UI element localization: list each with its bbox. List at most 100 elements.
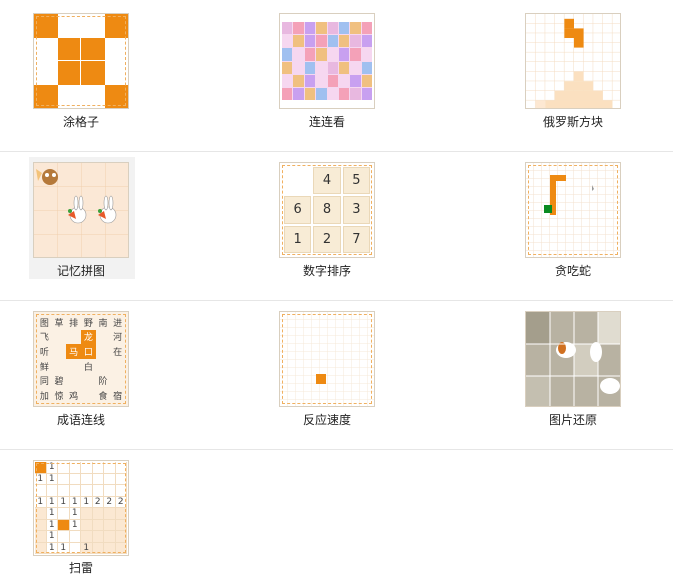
- idiom-char-cell[interactable]: 进: [110, 315, 125, 330]
- picture-label[interactable]: 图片还原: [483, 411, 663, 428]
- mine-cell[interactable]: 1: [46, 462, 58, 474]
- mine-cell[interactable]: 1: [69, 519, 81, 531]
- idiom-char-cell[interactable]: 口: [81, 344, 96, 359]
- mine-cell[interactable]: [92, 508, 104, 520]
- mine-cell[interactable]: [115, 485, 127, 497]
- number-cell[interactable]: 5: [342, 167, 370, 195]
- number-cell[interactable]: [284, 167, 312, 195]
- mine-cell[interactable]: [104, 531, 116, 543]
- mine-cell[interactable]: [58, 531, 70, 543]
- mine-cell[interactable]: [58, 485, 70, 497]
- number-cell[interactable]: 7: [342, 225, 370, 253]
- idiom-char-cell[interactable]: 排: [66, 315, 81, 330]
- idiom-char-cell[interactable]: 图: [37, 315, 52, 330]
- mine-cell[interactable]: [81, 473, 93, 485]
- mine-cell[interactable]: [35, 531, 47, 543]
- idiom-char-cell[interactable]: [96, 344, 111, 359]
- mine-cell[interactable]: [92, 462, 104, 474]
- picture-thumbnail[interactable]: [525, 311, 621, 407]
- mine-cell[interactable]: 1: [46, 508, 58, 520]
- tetris-label[interactable]: 俄罗斯方块: [483, 113, 663, 130]
- mine-cell[interactable]: [92, 519, 104, 531]
- idiom-char-cell[interactable]: 飞: [37, 330, 52, 345]
- idiom-char-cell[interactable]: 加: [37, 388, 52, 403]
- idiom-char-cell[interactable]: [66, 330, 81, 345]
- mine-cell[interactable]: [104, 542, 116, 554]
- idiom-char-cell[interactable]: 鲜: [37, 359, 52, 374]
- link-label[interactable]: 连连看: [237, 113, 417, 130]
- mine-cell[interactable]: [115, 508, 127, 520]
- mine-cell[interactable]: 1: [46, 519, 58, 531]
- mine-cell[interactable]: [81, 531, 93, 543]
- idiom-char-cell[interactable]: [96, 330, 111, 345]
- idiom-char-cell[interactable]: 惊: [52, 388, 67, 403]
- idiom-char-cell[interactable]: 鸡: [66, 388, 81, 403]
- mine-cell[interactable]: [115, 531, 127, 543]
- reaction-label[interactable]: 反应速度: [237, 411, 417, 428]
- coloring-thumbnail[interactable]: [33, 13, 129, 109]
- mine-cell[interactable]: [81, 508, 93, 520]
- idiom-char-cell[interactable]: [66, 374, 81, 389]
- idiom-char-cell[interactable]: [81, 374, 96, 389]
- idiom-char-cell[interactable]: 同: [37, 374, 52, 389]
- mine-cell[interactable]: [69, 462, 81, 474]
- mine-cell[interactable]: [81, 519, 93, 531]
- mine-cell[interactable]: [58, 473, 70, 485]
- idiom-thumbnail[interactable]: 图草排野南进飞 龙河听马口在鲜 白同碧 阶加惊鸡食宿: [33, 311, 129, 407]
- idiom-char-cell[interactable]: 在: [110, 344, 125, 359]
- mine-cell[interactable]: [46, 485, 58, 497]
- snake-label[interactable]: 贪吃蛇: [483, 262, 663, 279]
- number-cell[interactable]: 3: [342, 196, 370, 224]
- mine-cell[interactable]: 1: [35, 473, 47, 485]
- idiom-char-cell[interactable]: 龙: [81, 329, 96, 345]
- number-cell[interactable]: 6: [284, 196, 312, 224]
- mine-cell[interactable]: [35, 542, 47, 554]
- mine-cell[interactable]: [58, 462, 70, 474]
- minesweeper-thumbnail[interactable]: 1111111122211111111: [33, 460, 129, 556]
- mine-cell[interactable]: [115, 542, 127, 554]
- number-cell[interactable]: 8: [313, 196, 341, 224]
- link-thumbnail[interactable]: [279, 13, 375, 109]
- idiom-label[interactable]: 成语连线: [0, 411, 171, 428]
- mine-cell[interactable]: [115, 473, 127, 485]
- mine-cell[interactable]: [104, 473, 116, 485]
- mine-cell[interactable]: 1: [58, 496, 70, 508]
- memory-label[interactable]: 记忆拼图: [0, 262, 171, 279]
- mine-cell[interactable]: [81, 485, 93, 497]
- idiom-char-cell[interactable]: [52, 330, 67, 345]
- mine-cell[interactable]: 1: [46, 542, 58, 554]
- snake-thumbnail[interactable]: [525, 162, 621, 258]
- mine-cell[interactable]: [69, 542, 81, 554]
- mine-cell[interactable]: [104, 519, 116, 531]
- idiom-char-cell[interactable]: 河: [110, 330, 125, 345]
- mine-cell[interactable]: [92, 485, 104, 497]
- mine-cell[interactable]: [92, 531, 104, 543]
- mine-cell[interactable]: [92, 473, 104, 485]
- number-cell[interactable]: 1: [284, 225, 312, 253]
- reaction-thumbnail[interactable]: [279, 311, 375, 407]
- number-cell[interactable]: 4: [313, 167, 341, 195]
- mine-cell[interactable]: [92, 542, 104, 554]
- tetris-thumbnail[interactable]: [525, 13, 621, 109]
- mine-cell[interactable]: [104, 485, 116, 497]
- idiom-char-cell[interactable]: 宿: [110, 388, 125, 403]
- coloring-label[interactable]: 涂格子: [0, 113, 171, 130]
- idiom-char-cell[interactable]: [110, 374, 125, 389]
- mine-cell[interactable]: 1: [69, 496, 81, 508]
- mine-cell[interactable]: [69, 531, 81, 543]
- mine-cell[interactable]: 2: [104, 496, 116, 508]
- mine-cell[interactable]: 1: [81, 542, 93, 554]
- idiom-char-cell[interactable]: [110, 359, 125, 374]
- mine-cell[interactable]: [69, 485, 81, 497]
- number-cell[interactable]: 2: [313, 225, 341, 253]
- mine-cell[interactable]: [104, 508, 116, 520]
- mine-cell[interactable]: [35, 485, 47, 497]
- mine-cell[interactable]: [81, 462, 93, 474]
- mine-cell[interactable]: [35, 519, 47, 531]
- mine-cell[interactable]: 1: [58, 542, 70, 554]
- idiom-char-cell[interactable]: 听: [37, 344, 52, 359]
- mine-cell[interactable]: 1: [69, 508, 81, 520]
- memory-thumbnail[interactable]: [33, 162, 129, 258]
- idiom-char-cell[interactable]: [81, 388, 96, 403]
- mine-cell[interactable]: 1: [46, 496, 58, 508]
